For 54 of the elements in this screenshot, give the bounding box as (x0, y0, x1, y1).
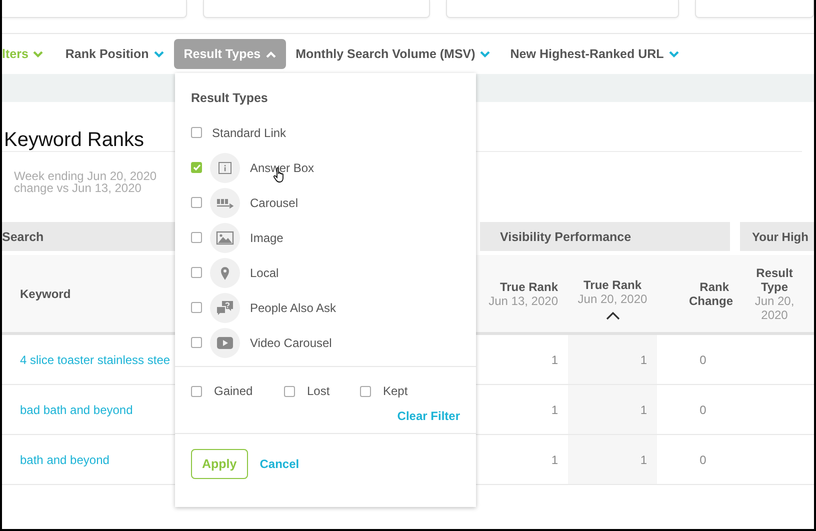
filter-dropdown-button[interactable]: Rank Position (55, 39, 174, 69)
chevron-up-icon (266, 50, 276, 58)
column-header[interactable]: True Rank (583, 278, 642, 292)
checkbox[interactable] (191, 337, 202, 348)
column-date: Jun 20, 2020 (578, 292, 648, 306)
column-header: Result Type (755, 266, 794, 294)
chevron-down-icon (33, 50, 44, 58)
map-pin-icon (210, 258, 240, 288)
column-header: Keyword (20, 286, 71, 300)
chevron-down-icon (154, 50, 164, 58)
checkbox[interactable] (191, 232, 202, 243)
video-play-icon (210, 328, 240, 358)
option-label[interactable]: Image (250, 230, 284, 244)
period-text: change vs Jun 13, 2020 (14, 182, 142, 194)
option-label[interactable]: People Also Ask (250, 300, 336, 314)
option-label[interactable]: Video Carousel (250, 336, 332, 350)
table-cell: 1 (551, 452, 558, 466)
checkbox[interactable] (191, 267, 202, 278)
table-cell: 0 (700, 402, 706, 416)
option-label[interactable]: Gained (214, 384, 253, 398)
option-label[interactable]: Carousel (250, 196, 298, 210)
option-label[interactable]: Local (250, 266, 279, 280)
chevron-down-icon (480, 50, 490, 58)
column-date: Jun 13, 2020 (488, 294, 558, 308)
column-group-header: Your High (740, 222, 814, 251)
column-header: True Rank (500, 280, 558, 294)
checkbox[interactable] (191, 162, 202, 173)
image-icon (210, 222, 240, 252)
checkbox[interactable] (191, 302, 202, 313)
option-label[interactable]: Kept (383, 384, 408, 398)
option-label[interactable]: Lost (307, 384, 330, 398)
table-cell: 1 (551, 352, 558, 366)
table-cell: 0 (700, 452, 706, 466)
checkbox[interactable] (191, 127, 202, 138)
table-cell: 1 (551, 402, 558, 416)
column-group-header: Visibility Performance (480, 222, 730, 251)
option-label[interactable]: Standard Link (212, 126, 286, 140)
info-box-icon (210, 152, 240, 182)
carousel-icon (210, 188, 240, 218)
table-cell: 0 (700, 352, 706, 366)
filter-dropdown-button[interactable]: Monthly Search Volume (MSV) (286, 39, 500, 69)
checkbox[interactable] (284, 386, 295, 396)
checkbox[interactable] (191, 386, 202, 396)
checkbox[interactable] (191, 197, 202, 208)
period-text: Week ending Jun 20, 2020 (14, 170, 157, 182)
table-cell: 1 (640, 352, 647, 366)
filter-dropdown-button[interactable]: New Highest-Ranked URL (500, 39, 689, 69)
question-bubble-icon (210, 292, 240, 322)
table-cell: 1 (640, 402, 647, 416)
chevron-down-icon (668, 50, 679, 58)
table-cell: 1 (640, 452, 647, 466)
option-label[interactable]: Answer Box (250, 160, 314, 174)
column-date: Jun 20, 2020 (754, 294, 796, 322)
checkbox[interactable] (360, 386, 371, 396)
